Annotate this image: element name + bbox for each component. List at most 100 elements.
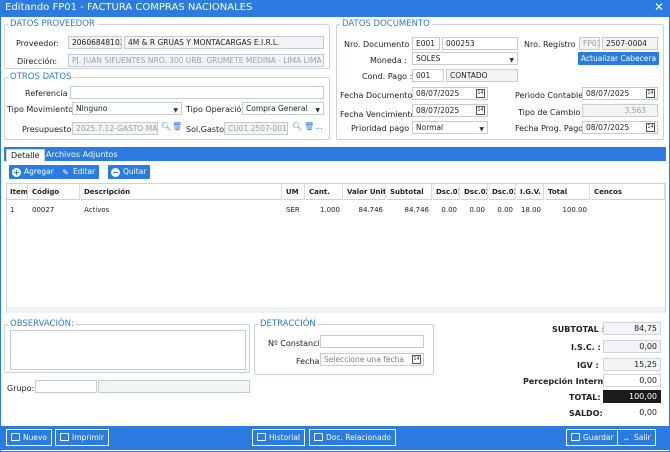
grid-cell-item[interactable]: 1 bbox=[7, 204, 28, 216]
grid-cell-igv[interactable]: 18.00 bbox=[517, 204, 544, 216]
grid-cell-cencos[interactable] bbox=[591, 204, 665, 216]
calendar-icon[interactable]: 14 bbox=[412, 355, 421, 364]
tipo-operacion-select[interactable]: Compra General ▼ bbox=[242, 102, 324, 115]
grid-header-subtotal[interactable]: Subtotal bbox=[387, 184, 432, 200]
grid-header-total[interactable]: Total bbox=[545, 184, 590, 200]
nro-documento-label: Nro. Documento : bbox=[344, 40, 415, 49]
grid-cell-dsc03[interactable]: 0.00 bbox=[489, 204, 516, 216]
save-icon bbox=[571, 433, 580, 441]
grid-cell-um[interactable]: SER bbox=[283, 204, 305, 216]
grid-cell-valor-unit[interactable]: 84.746 bbox=[344, 204, 386, 216]
observacion-textarea[interactable] bbox=[10, 330, 246, 370]
isc-label: I.S.C. : bbox=[571, 343, 601, 352]
doc-serie-input[interactable]: E001 bbox=[412, 37, 440, 50]
reg-numero-field[interactable]: 2507-0004 bbox=[602, 37, 658, 50]
direccion-field[interactable]: PJ. JUAN SIFUENTES NRO. 300 URB. GRUMETE… bbox=[68, 54, 324, 67]
calendar-icon[interactable]: 14 bbox=[476, 106, 485, 115]
grid-header-igv[interactable]: I.G.V. bbox=[517, 184, 544, 200]
search-icon[interactable]: 🔍︎ bbox=[161, 122, 171, 131]
tipo-movimiento-select[interactable]: Ninguno ▼ bbox=[72, 102, 182, 115]
quitar-button[interactable]: − Quitar bbox=[108, 165, 151, 179]
agregar-button[interactable]: + Agregar bbox=[9, 165, 58, 179]
minus-icon: − bbox=[111, 168, 120, 177]
calendar-icon[interactable]: 14 bbox=[476, 89, 485, 98]
doc-numero-input[interactable]: 000253 bbox=[442, 37, 518, 50]
proveedor-legend: DATOS PROVEEDOR bbox=[10, 19, 95, 29]
doc-relacionado-button[interactable]: Doc. Relacionado bbox=[309, 429, 396, 446]
reg-serie-field[interactable]: FP01 bbox=[579, 37, 600, 50]
nuevo-button[interactable]: Nuevo bbox=[6, 429, 53, 446]
subtotal-label: SUBTOTAL : bbox=[552, 325, 605, 334]
tab-archivos-adjuntos[interactable]: Archivos Adjuntos bbox=[42, 149, 122, 162]
proveedor-label: Proveedor: bbox=[16, 39, 60, 48]
tipo-cambio-input[interactable]: 3,563 bbox=[582, 104, 658, 117]
cond-pago-code-input[interactable]: 001 bbox=[412, 69, 444, 82]
referencia-label: Referencia : bbox=[25, 89, 73, 98]
plus-icon: + bbox=[12, 168, 21, 177]
grid-header-um[interactable]: UM bbox=[283, 184, 305, 200]
grid-header-codigo[interactable]: Código bbox=[29, 184, 80, 200]
chevron-down-icon: ▼ bbox=[479, 126, 484, 133]
solgasto-field[interactable]: CU01.2507-0013-( bbox=[224, 122, 288, 135]
grupo-desc-field[interactable] bbox=[98, 380, 250, 393]
tab-detalle[interactable]: Detalle bbox=[6, 149, 45, 162]
grid-cell-cant[interactable]: 1.000 bbox=[306, 204, 343, 216]
fecha-prog-pago-input[interactable]: 08/07/2025 14 bbox=[582, 121, 658, 134]
documento-legend: DATOS DOCUMENTO bbox=[342, 19, 430, 29]
imprimir-button[interactable]: Imprimir bbox=[55, 429, 109, 446]
grid-horizontal-scrollbar[interactable] bbox=[7, 307, 665, 313]
editar-button[interactable]: ✎ Editar bbox=[58, 165, 100, 179]
grid-header-item[interactable]: Item bbox=[7, 184, 28, 200]
grid-header-valor-unit[interactable]: Valor Unit. bbox=[344, 184, 386, 200]
detalle-grid: Item Código Descripción UM Cant. Valor U… bbox=[6, 183, 666, 313]
calendar-icon[interactable]: 14 bbox=[646, 123, 655, 132]
search-icon[interactable]: 🔍︎ bbox=[292, 122, 302, 131]
actualizar-cabecera-button[interactable]: Actualizar Cabecera bbox=[578, 52, 659, 65]
grid-cell-total[interactable]: 100.00 bbox=[545, 204, 590, 216]
grid-header-cant[interactable]: Cant. bbox=[306, 184, 343, 200]
fecha-documento-label: Fecha Documento : bbox=[340, 91, 418, 100]
constancia-input[interactable] bbox=[320, 335, 424, 348]
grid-cell-subtotal[interactable]: 84.746 bbox=[387, 204, 432, 216]
grid-header-dsc03[interactable]: Dsc.03 bbox=[489, 184, 516, 200]
presupuesto-field[interactable]: 2025.7.12-GASTO MARK bbox=[72, 122, 158, 135]
salir-button[interactable]: ↦ Salir bbox=[617, 429, 656, 446]
grid-header-dsc01[interactable]: Dsc.01 bbox=[433, 184, 460, 200]
grid-cell-dsc01[interactable]: 0.00 bbox=[433, 204, 460, 216]
tipo-movimiento-value: Ninguno bbox=[76, 104, 108, 113]
tipo-operacion-label: Tipo Operación: bbox=[186, 105, 250, 114]
grid-header-cencos[interactable]: Cencos bbox=[591, 184, 665, 200]
tipo-cambio-value: 3,563 bbox=[624, 106, 646, 115]
trash-icon[interactable]: 🗑︎ bbox=[172, 122, 182, 131]
prioridad-pago-label: Prioridad pago : bbox=[351, 124, 415, 133]
direccion-label: Dirección: bbox=[17, 57, 58, 66]
proveedor-ruc-field[interactable]: 20606848103 bbox=[68, 36, 122, 49]
referencia-input[interactable] bbox=[70, 86, 324, 99]
detraccion-fecha-input[interactable]: Seleccione una fecha 14 bbox=[320, 353, 424, 366]
proveedor-nombre-field[interactable]: 4M & R GRUAS Y MONTACARGAS E.I.R.L. bbox=[124, 36, 324, 49]
total-label: TOTAL: bbox=[569, 393, 601, 402]
grid-cell-descripcion[interactable]: Activos bbox=[81, 204, 282, 216]
historial-button[interactable]: Historial bbox=[252, 429, 306, 446]
moneda-select[interactable]: SOLES ▼ bbox=[412, 52, 518, 65]
guardar-button[interactable]: Guardar bbox=[566, 429, 619, 446]
related-documents-icon bbox=[314, 433, 323, 441]
fecha-vencimiento-input[interactable]: 08/07/2025 14 bbox=[412, 104, 488, 117]
grid-cell-dsc02[interactable]: 0.00 bbox=[461, 204, 488, 216]
prioridad-pago-select[interactable]: Normal ▼ bbox=[412, 121, 488, 134]
prioridad-pago-value: Normal bbox=[416, 123, 444, 132]
grupo-label: Grupo: bbox=[7, 384, 35, 393]
fecha-documento-input[interactable]: 08/07/2025 14 bbox=[412, 87, 488, 100]
grid-header-descripcion[interactable]: Descripción bbox=[81, 184, 282, 200]
chevron-down-icon: ▼ bbox=[173, 107, 178, 114]
grid-cell-codigo[interactable]: 00027 bbox=[29, 204, 80, 216]
trash-icon[interactable]: 🗑︎ bbox=[304, 122, 314, 131]
grupo-code-input[interactable] bbox=[35, 380, 97, 393]
calendar-icon[interactable]: 14 bbox=[646, 89, 655, 98]
moneda-value: SOLES bbox=[416, 54, 441, 63]
grid-header-dsc02[interactable]: Dsc.02 bbox=[461, 184, 488, 200]
periodo-contable-input[interactable]: 08/07/2025 14 bbox=[582, 87, 658, 100]
cond-pago-desc-field[interactable]: CONTADO bbox=[446, 69, 518, 82]
close-icon[interactable]: ✕ bbox=[654, 0, 664, 14]
more-options-button[interactable]: ... bbox=[315, 122, 323, 131]
